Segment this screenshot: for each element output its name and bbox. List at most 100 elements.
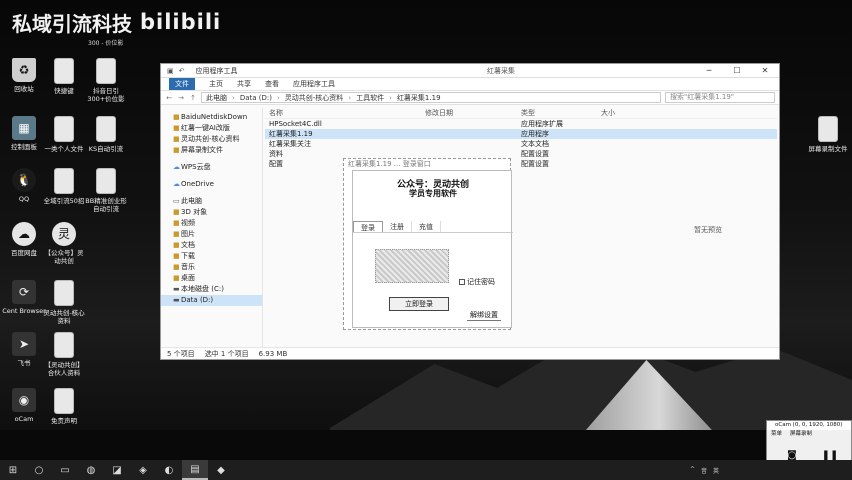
folder-icon: ■ <box>173 113 180 121</box>
desktop-icon-recycle-bin[interactable]: ♻ 回收站 <box>2 58 46 93</box>
nav-item[interactable]: ■文档 <box>161 240 262 251</box>
nav-item[interactable]: ■视频 <box>161 218 262 229</box>
minimize-icon[interactable]: ─ <box>695 64 723 78</box>
app-icon[interactable]: ◐ <box>156 460 182 480</box>
camera-icon: ◉ <box>12 388 36 412</box>
desktop-icon-screen-recordings[interactable]: 屏幕录制文件 <box>806 116 850 153</box>
folder-icon: ■ <box>173 263 180 271</box>
ocam-menu-item[interactable]: 屏幕录制 <box>790 430 812 439</box>
nav-item[interactable]: ■桌面 <box>161 273 262 284</box>
desktop-icon-qq[interactable]: 🐧 QQ <box>2 168 46 203</box>
login-button[interactable]: 立即登录 <box>389 297 449 311</box>
column-header-size[interactable]: 大小 <box>601 108 661 118</box>
nav-item[interactable]: ☁OneDrive <box>161 179 262 190</box>
close-icon[interactable]: ✕ <box>751 64 779 78</box>
document-icon <box>54 116 74 142</box>
browser-icon[interactable]: ◍ <box>78 460 104 480</box>
maximize-icon[interactable]: ☐ <box>723 64 751 78</box>
desktop-icon-baidu-netdisk[interactable]: ☁ 百度网盘 <box>2 222 46 257</box>
undo-icon[interactable]: ↶ <box>179 67 185 75</box>
breadcrumb[interactable]: 此电脑 › Data (D:) › 灵动共创-核心资料 › 工具软件 › 红薯采集1.1… <box>201 92 661 103</box>
desktop-icon-ocam[interactable]: ◉ oCam <box>2 388 46 423</box>
folder-icon: ■ <box>173 230 180 238</box>
tray-item[interactable]: 英 <box>713 466 719 475</box>
nav-item[interactable]: ■BaiduNetdiskDown <box>161 112 262 123</box>
table-row[interactable]: 资料 配置设置 <box>265 149 777 159</box>
column-header-name[interactable]: 名称 <box>265 108 425 118</box>
remember-password-checkbox[interactable]: 记住密码 <box>459 277 495 287</box>
desktop-icon-shortcuts[interactable]: 快捷键 <box>42 58 86 95</box>
save-icon[interactable]: ▣ <box>167 67 174 75</box>
desktop-icon-cent-browser[interactable]: ⟳ Cent Browser <box>2 280 46 315</box>
desktop-icon-ks[interactable]: KS自动引流 <box>84 116 128 153</box>
desktop-icon-lingdong[interactable]: 灵 【公众号】灵动共创 <box>42 222 86 265</box>
qq-icon: 🐧 <box>12 168 36 192</box>
tab-register[interactable]: 注册 <box>383 221 412 232</box>
desktop-icon-partner[interactable]: 【灵动共创】合伙人资料 <box>42 332 86 377</box>
app-icon[interactable]: ◈ <box>130 460 156 480</box>
document-icon <box>54 58 74 84</box>
app-icon[interactable]: ◆ <box>208 460 234 480</box>
explorer-icon[interactable]: ▤ <box>182 460 208 480</box>
windows-start-icon[interactable]: ⊞ <box>0 460 26 480</box>
nav-item[interactable]: ■3D 对象 <box>161 207 262 218</box>
nav-item[interactable]: ■红薯一键AI改版 <box>161 123 262 134</box>
explorer-titlebar: ▣ ↶ 应用程序工具 红薯采集 ─ ☐ ✕ <box>161 64 779 78</box>
nav-item[interactable]: ■下载 <box>161 251 262 262</box>
ocam-menu-item[interactable]: 菜单 <box>771 430 782 439</box>
table-row[interactable]: 配置 配置设置 <box>265 159 777 169</box>
folder-icon: ■ <box>173 208 180 216</box>
nav-item[interactable]: ▬本地磁盘 (C:) <box>161 284 262 295</box>
ribbon-tab-share[interactable]: 共享 <box>237 79 251 89</box>
up-icon[interactable]: ↑ <box>189 94 197 102</box>
cloud-icon: ☁ <box>173 180 180 188</box>
nav-item[interactable]: ▭此电脑 <box>161 196 262 207</box>
app-icon[interactable]: ◪ <box>104 460 130 480</box>
nav-item[interactable]: ■音乐 <box>161 262 262 273</box>
document-icon <box>96 58 116 84</box>
document-icon <box>96 168 116 194</box>
desktop-icon-douyin[interactable]: 抖音日引300+价位影 <box>84 58 128 103</box>
document-icon <box>54 332 74 358</box>
column-header-type[interactable]: 类型 <box>521 108 601 118</box>
desktop-icon-control-panel[interactable]: ▦ 控制面板 <box>2 116 46 151</box>
nav-item[interactable]: ▬Data (D:) <box>161 295 262 306</box>
search-input[interactable]: 搜索"红薯采集1.19" <box>665 92 775 103</box>
nav-item[interactable]: ■灵动共创-核心资料 <box>161 134 262 145</box>
tray-item[interactable]: ^ <box>690 466 695 475</box>
folder-icon: ■ <box>173 135 180 143</box>
nav-item[interactable]: ■屏幕录制文件 <box>161 145 262 156</box>
column-header-date[interactable]: 修改日期 <box>425 108 521 118</box>
desktop-icon-feishu[interactable]: ➤ 飞书 <box>2 332 46 367</box>
ribbon-tab-app-tools[interactable]: 应用程序工具 <box>293 79 335 89</box>
nav-item[interactable]: ■图片 <box>161 229 262 240</box>
desktop-icon-bb[interactable]: BB精准创业形自动引流 <box>84 168 128 213</box>
table-row[interactable]: 红薯采集1.19 应用程序 <box>265 129 777 139</box>
ribbon-tab-home[interactable]: 主页 <box>209 79 223 89</box>
folder-icon: ■ <box>173 274 180 282</box>
back-icon[interactable]: ← <box>165 94 173 102</box>
folder-icon: ■ <box>173 146 180 154</box>
nav-item[interactable]: ☁WPS云盘 <box>161 162 262 173</box>
forward-icon[interactable]: → <box>177 94 185 102</box>
desktop-icon-50-tricks[interactable]: 全域引流50招 <box>42 168 86 205</box>
tray-item[interactable]: 音 <box>701 466 707 475</box>
ribbon-tab-view[interactable]: 查看 <box>265 79 279 89</box>
task-view-icon[interactable]: ▭ <box>52 460 78 480</box>
table-row[interactable]: HPSocket4C.dll 应用程序扩展 <box>265 119 777 129</box>
cloud-icon: ☁ <box>173 163 180 171</box>
desktop-icon-core-materials[interactable]: 灵动共创-核心资料 <box>42 280 86 325</box>
window-title: 应用程序工具 <box>195 66 238 75</box>
unbind-button[interactable]: 解绑设置 <box>467 309 501 321</box>
address-bar: ← → ↑ 此电脑 › Data (D:) › 灵动共创-核心资料 › 工具软件 › 红… <box>161 91 779 105</box>
table-row[interactable]: 红薯采集关注 文本文档 <box>265 139 777 149</box>
status-bar: 5 个项目 选中 1 个项目 6.93 MB <box>161 347 779 359</box>
search-icon[interactable]: ○ <box>26 460 52 480</box>
ribbon-tab-file[interactable]: 文件 <box>169 78 195 90</box>
checkbox-icon[interactable] <box>459 279 465 285</box>
desktop-icon-disclaimer[interactable]: 免责声明 <box>42 388 86 425</box>
tab-login[interactable]: 登录 <box>353 221 383 232</box>
tab-recharge[interactable]: 充值 <box>412 221 441 232</box>
desktop-icon-personal-files[interactable]: 一类个人文件 <box>42 116 86 153</box>
folder-icon: ■ <box>173 124 180 132</box>
